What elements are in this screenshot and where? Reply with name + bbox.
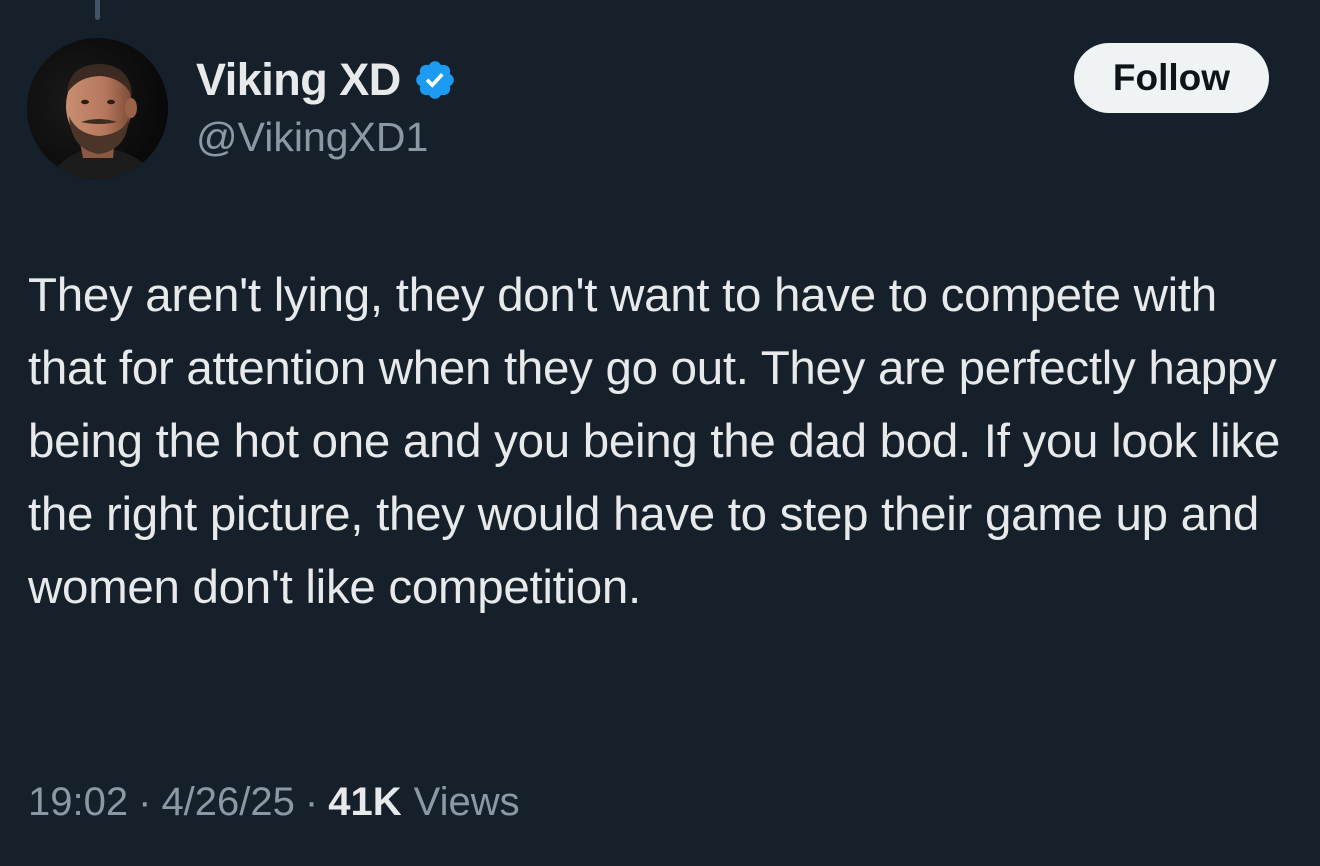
avatar[interactable] [27, 38, 168, 179]
tweet-time[interactable]: 19:02 [28, 780, 128, 825]
meta-separator: · [304, 779, 319, 824]
author-handle[interactable]: @VikingXD1 [196, 114, 428, 161]
tweet-date[interactable]: 4/26/25 [161, 780, 294, 825]
follow-button[interactable]: Follow [1074, 43, 1269, 113]
views-label[interactable]: Views [414, 780, 520, 825]
meta-separator: · [138, 779, 152, 824]
tweet-meta: 19:02 · 4/26/25 · 41K Views [28, 774, 520, 830]
author-display-name[interactable]: Viking XD [196, 54, 401, 106]
thread-connector-line [95, 0, 100, 20]
views-count[interactable]: 41K [328, 780, 401, 825]
author-name-row: Viking XD [196, 52, 457, 108]
verified-badge-icon[interactable] [413, 58, 457, 102]
tweet-text: They aren't lying, they don't want to ha… [28, 269, 1280, 614]
